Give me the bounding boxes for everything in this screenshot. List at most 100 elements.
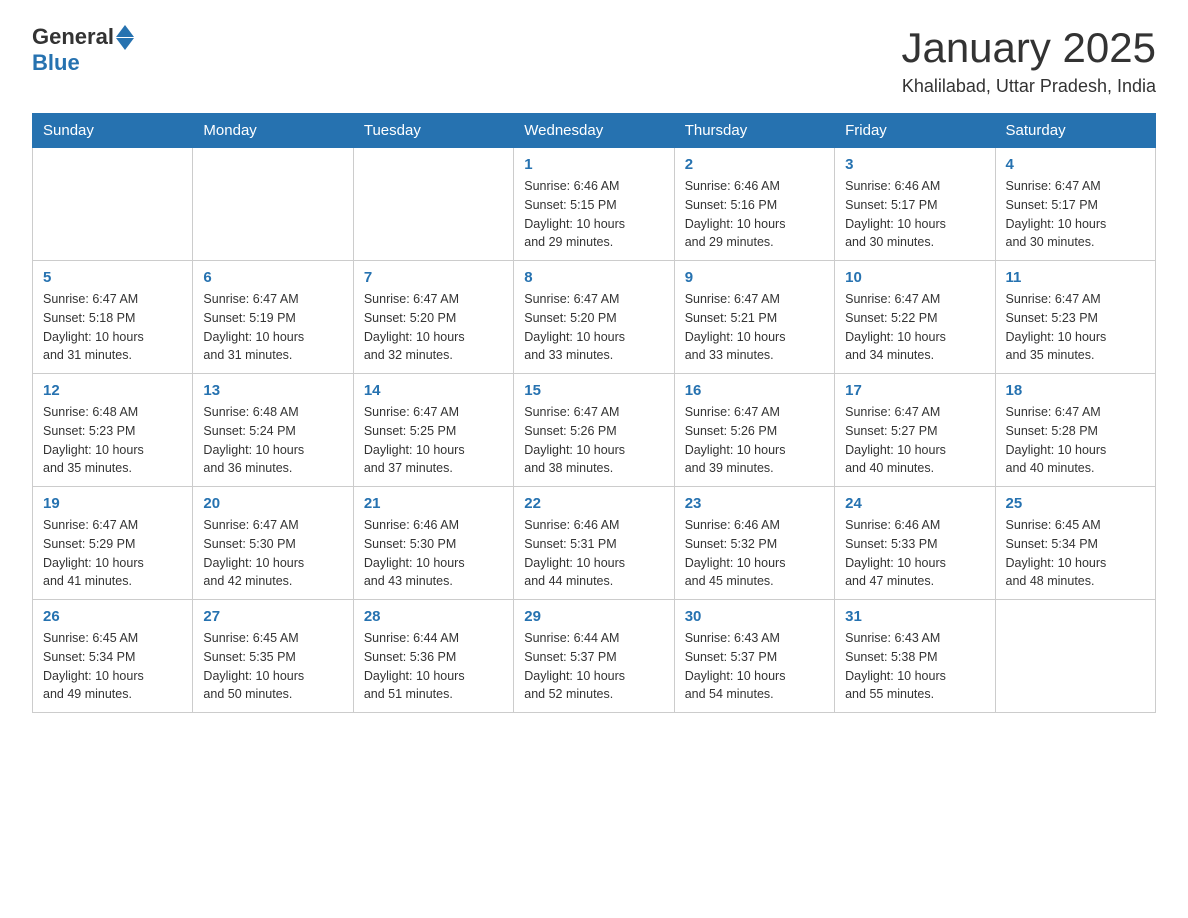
calendar-cell: 12 Sunrise: 6:48 AM Sunset: 5:23 PM Dayli… [33,374,193,487]
day-number: 12 [43,382,182,399]
calendar-cell: 21Sunrise: 6:46 AM Sunset: 5:30 PM Dayli… [353,487,513,600]
day-number: 2 [685,156,824,173]
calendar-cell: 26Sunrise: 6:45 AM Sunset: 5:34 PM Dayli… [33,600,193,713]
calendar-cell [995,600,1155,713]
day-info: Sunrise: 6:46 AM Sunset: 5:15 PM Dayligh… [524,177,663,252]
calendar-cell: 9 Sunrise: 6:47 AM Sunset: 5:21 PM Daylig… [674,261,834,374]
day-info: Sunrise: 6:46 AM Sunset: 5:16 PM Dayligh… [685,177,824,252]
day-number: 19 [43,495,182,512]
day-info: Sunrise: 6:46 AM Sunset: 5:17 PM Dayligh… [845,177,984,252]
logo: General Blue [32,24,134,76]
column-header-tuesday: Tuesday [353,114,513,148]
calendar-cell: 24 Sunrise: 6:46 AM Sunset: 5:33 PM Dayli… [835,487,995,600]
calendar-cell [193,148,353,261]
column-header-saturday: Saturday [995,114,1155,148]
calendar-cell: 4 Sunrise: 6:47 AM Sunset: 5:17 PM Daylig… [995,148,1155,261]
day-number: 24 [845,495,984,512]
week-row-2: 5 Sunrise: 6:47 AM Sunset: 5:18 PM Daylig… [33,261,1156,374]
day-info: Sunrise: 6:47 AM Sunset: 5:26 PM Dayligh… [685,403,824,478]
calendar-cell: 22 Sunrise: 6:46 AM Sunset: 5:31 PM Dayli… [514,487,674,600]
day-info: Sunrise: 6:43 AM Sunset: 5:38 PM Dayligh… [845,629,984,704]
day-info: Sunrise: 6:47 AM Sunset: 5:21 PM Dayligh… [685,290,824,365]
title-area: January 2025 Khalilabad, Uttar Pradesh, … [901,24,1156,97]
calendar-cell: 15 Sunrise: 6:47 AM Sunset: 5:26 PM Dayli… [514,374,674,487]
calendar-cell [353,148,513,261]
day-number: 25 [1006,495,1145,512]
calendar-cell: 7 Sunrise: 6:47 AM Sunset: 5:20 PM Daylig… [353,261,513,374]
week-row-1: 1Sunrise: 6:46 AM Sunset: 5:15 PM Daylig… [33,148,1156,261]
week-row-5: 26Sunrise: 6:45 AM Sunset: 5:34 PM Dayli… [33,600,1156,713]
day-number: 4 [1006,156,1145,173]
calendar-cell: 27 Sunrise: 6:45 AM Sunset: 5:35 PM Dayli… [193,600,353,713]
day-info: Sunrise: 6:44 AM Sunset: 5:37 PM Dayligh… [524,629,663,704]
column-header-thursday: Thursday [674,114,834,148]
calendar-cell: 10 Sunrise: 6:47 AM Sunset: 5:22 PM Dayli… [835,261,995,374]
logo-blue-text: Blue [32,50,80,75]
calendar-cell: 6Sunrise: 6:47 AM Sunset: 5:19 PM Daylig… [193,261,353,374]
calendar-cell: 19Sunrise: 6:47 AM Sunset: 5:29 PM Dayli… [33,487,193,600]
calendar-cell: 1Sunrise: 6:46 AM Sunset: 5:15 PM Daylig… [514,148,674,261]
day-info: Sunrise: 6:47 AM Sunset: 5:20 PM Dayligh… [524,290,663,365]
day-number: 28 [364,608,503,625]
calendar-cell: 30 Sunrise: 6:43 AM Sunset: 5:37 PM Dayli… [674,600,834,713]
week-row-3: 12 Sunrise: 6:48 AM Sunset: 5:23 PM Dayli… [33,374,1156,487]
month-title: January 2025 [901,24,1156,72]
day-number: 20 [203,495,342,512]
day-number: 3 [845,156,984,173]
day-info: Sunrise: 6:47 AM Sunset: 5:26 PM Dayligh… [524,403,663,478]
day-number: 14 [364,382,503,399]
calendar-cell: 5 Sunrise: 6:47 AM Sunset: 5:18 PM Daylig… [33,261,193,374]
day-number: 21 [364,495,503,512]
day-info: Sunrise: 6:48 AM Sunset: 5:24 PM Dayligh… [203,403,342,478]
day-number: 22 [524,495,663,512]
day-number: 7 [364,269,503,286]
day-info: Sunrise: 6:48 AM Sunset: 5:23 PM Dayligh… [43,403,182,478]
day-info: Sunrise: 6:43 AM Sunset: 5:37 PM Dayligh… [685,629,824,704]
day-number: 26 [43,608,182,625]
day-number: 10 [845,269,984,286]
day-number: 31 [845,608,984,625]
day-number: 23 [685,495,824,512]
calendar-header-row: SundayMondayTuesdayWednesdayThursdayFrid… [33,114,1156,148]
day-info: Sunrise: 6:45 AM Sunset: 5:35 PM Dayligh… [203,629,342,704]
calendar-cell: 3 Sunrise: 6:46 AM Sunset: 5:17 PM Daylig… [835,148,995,261]
calendar-cell: 31 Sunrise: 6:43 AM Sunset: 5:38 PM Dayli… [835,600,995,713]
day-info: Sunrise: 6:46 AM Sunset: 5:31 PM Dayligh… [524,516,663,591]
calendar-cell: 25 Sunrise: 6:45 AM Sunset: 5:34 PM Dayli… [995,487,1155,600]
day-info: Sunrise: 6:47 AM Sunset: 5:25 PM Dayligh… [364,403,503,478]
day-number: 6 [203,269,342,286]
day-number: 29 [524,608,663,625]
day-info: Sunrise: 6:46 AM Sunset: 5:33 PM Dayligh… [845,516,984,591]
day-number: 17 [845,382,984,399]
day-number: 27 [203,608,342,625]
day-number: 5 [43,269,182,286]
day-number: 9 [685,269,824,286]
day-info: Sunrise: 6:47 AM Sunset: 5:20 PM Dayligh… [364,290,503,365]
day-info: Sunrise: 6:47 AM Sunset: 5:22 PM Dayligh… [845,290,984,365]
column-header-wednesday: Wednesday [514,114,674,148]
page-header: General Blue January 2025 Khalilabad, Ut… [32,24,1156,97]
calendar-cell: 18Sunrise: 6:47 AM Sunset: 5:28 PM Dayli… [995,374,1155,487]
day-info: Sunrise: 6:47 AM Sunset: 5:18 PM Dayligh… [43,290,182,365]
calendar-cell: 14 Sunrise: 6:47 AM Sunset: 5:25 PM Dayli… [353,374,513,487]
day-number: 30 [685,608,824,625]
location-title: Khalilabad, Uttar Pradesh, India [901,76,1156,97]
day-info: Sunrise: 6:46 AM Sunset: 5:32 PM Dayligh… [685,516,824,591]
day-number: 16 [685,382,824,399]
day-info: Sunrise: 6:45 AM Sunset: 5:34 PM Dayligh… [1006,516,1145,591]
day-info: Sunrise: 6:47 AM Sunset: 5:17 PM Dayligh… [1006,177,1145,252]
day-info: Sunrise: 6:47 AM Sunset: 5:27 PM Dayligh… [845,403,984,478]
day-info: Sunrise: 6:47 AM Sunset: 5:28 PM Dayligh… [1006,403,1145,478]
column-header-sunday: Sunday [33,114,193,148]
calendar-cell: 20 Sunrise: 6:47 AM Sunset: 5:30 PM Dayli… [193,487,353,600]
calendar-cell: 16 Sunrise: 6:47 AM Sunset: 5:26 PM Dayli… [674,374,834,487]
day-number: 15 [524,382,663,399]
calendar-cell: 23 Sunrise: 6:46 AM Sunset: 5:32 PM Dayli… [674,487,834,600]
calendar-cell: 28Sunrise: 6:44 AM Sunset: 5:36 PM Dayli… [353,600,513,713]
day-number: 8 [524,269,663,286]
day-info: Sunrise: 6:47 AM Sunset: 5:23 PM Dayligh… [1006,290,1145,365]
logo-general-text: General [32,24,114,50]
day-number: 11 [1006,269,1145,286]
calendar-cell: 11 Sunrise: 6:47 AM Sunset: 5:23 PM Dayli… [995,261,1155,374]
day-info: Sunrise: 6:47 AM Sunset: 5:30 PM Dayligh… [203,516,342,591]
